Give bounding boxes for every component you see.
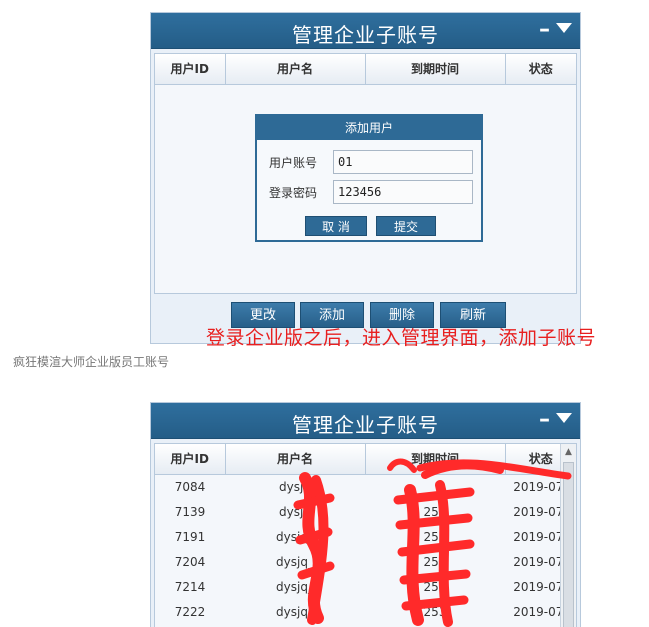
cell-username: dysjq_ — [276, 530, 314, 544]
cell-user-id: 7139 — [174, 505, 206, 519]
cell-expiry: 253 — [423, 555, 447, 569]
minimize-icon[interactable]: – — [539, 17, 550, 42]
column-header-user-id[interactable]: 用户ID — [155, 54, 226, 85]
cell-user-id: 7222 — [174, 605, 206, 619]
cell-expiry: 253 — [423, 580, 447, 594]
submit-button[interactable]: 提交 — [376, 216, 436, 236]
table-row[interactable]: 7191 dysjq_ 253 2019-07- — [155, 525, 576, 550]
password-input[interactable] — [333, 180, 473, 204]
manage-subaccounts-window-list: 管理企业子账号 – 用户ID 用户名 到期时间 状态 7084 dysjq 2019… — [150, 402, 581, 627]
table-row[interactable]: 7139 dysjq 253 2019-07- — [155, 500, 576, 525]
cancel-button[interactable]: 取 消 — [305, 216, 367, 236]
add-user-dialog: 添加用户 用户账号 登录密码 取 消 提交 — [255, 114, 483, 242]
password-label: 登录密码 — [269, 186, 318, 200]
cell-user-id: 7204 — [174, 555, 206, 569]
vertical-scrollbar[interactable]: ▲ — [560, 444, 576, 627]
table-row[interactable]: 7204 dysjq_ 253 2019-07- — [155, 550, 576, 575]
cell-username: dysjq — [279, 480, 311, 494]
scrollbar-thumb[interactable] — [563, 462, 574, 627]
password-row: 登录密码 — [269, 180, 473, 204]
collapse-triangle-icon[interactable] — [556, 413, 572, 423]
grid-header: 用户ID 用户名 到期时间 状态 — [155, 444, 576, 475]
scroll-up-icon[interactable]: ▲ — [561, 444, 576, 460]
cell-user-id: 7084 — [174, 480, 206, 494]
dialog-title: 添加用户 — [257, 116, 481, 140]
cell-username: dysjq — [279, 505, 311, 519]
window-title: 管理企业子账号 — [292, 23, 439, 47]
window-titlebar: 管理企业子账号 – — [151, 403, 580, 439]
column-header-expiry[interactable]: 到期时间 — [365, 444, 506, 475]
window-title: 管理企业子账号 — [292, 413, 439, 437]
account-input[interactable] — [333, 150, 473, 174]
column-header-user-id[interactable]: 用户ID — [155, 444, 226, 475]
column-header-username[interactable]: 用户名 — [225, 444, 366, 475]
table-row[interactable]: 7214 dysjq_ 253 2019-07- — [155, 575, 576, 600]
accounts-list-grid: 用户ID 用户名 到期时间 状态 7084 dysjq 2019-07- 7139 dy… — [154, 443, 577, 627]
red-annotation-text: 登录企业版之后，进入管理界面，添加子账号 — [206, 327, 597, 349]
table-row[interactable]: 7084 dysjq 2019-07- — [155, 475, 576, 500]
cell-username: dysjq_ — [276, 605, 314, 619]
cell-username: dysjq_ — [276, 555, 314, 569]
cell-expiry: 253 — [423, 505, 447, 519]
grid-header: 用户ID 用户名 到期时间 状态 — [155, 54, 576, 85]
accounts-grid: 用户ID 用户名 到期时间 状态 添加用户 用户账号 登录密码 取 消 提交 — [154, 53, 577, 294]
window-titlebar: 管理企业子账号 – — [151, 13, 580, 49]
cell-user-id: 7214 — [174, 580, 206, 594]
image-caption: 疯狂模渲大师企业版员工账号 — [13, 355, 170, 369]
cell-expiry — [365, 475, 505, 500]
cell-expiry: 253 — [423, 530, 447, 544]
account-label: 用户账号 — [269, 156, 318, 170]
table-row[interactable]: 7222 dysjq_ 253 2019-07- — [155, 600, 576, 625]
cell-username: dysjq_ — [276, 580, 314, 594]
accounts-table-body: 7084 dysjq 2019-07- 7139 dysjq 253 2019-07- 719… — [155, 475, 576, 625]
account-row: 用户账号 — [269, 150, 473, 174]
column-header-username[interactable]: 用户名 — [225, 54, 366, 85]
cell-user-id: 7191 — [174, 530, 206, 544]
column-header-expiry[interactable]: 到期时间 — [365, 54, 506, 85]
manage-subaccounts-window: 管理企业子账号 – 用户ID 用户名 到期时间 状态 添加用户 用户账号 登录密… — [150, 12, 581, 344]
minimize-icon[interactable]: – — [539, 407, 550, 432]
collapse-triangle-icon[interactable] — [556, 23, 572, 33]
column-header-status[interactable]: 状态 — [505, 54, 576, 85]
cell-expiry: 253 — [423, 605, 447, 619]
